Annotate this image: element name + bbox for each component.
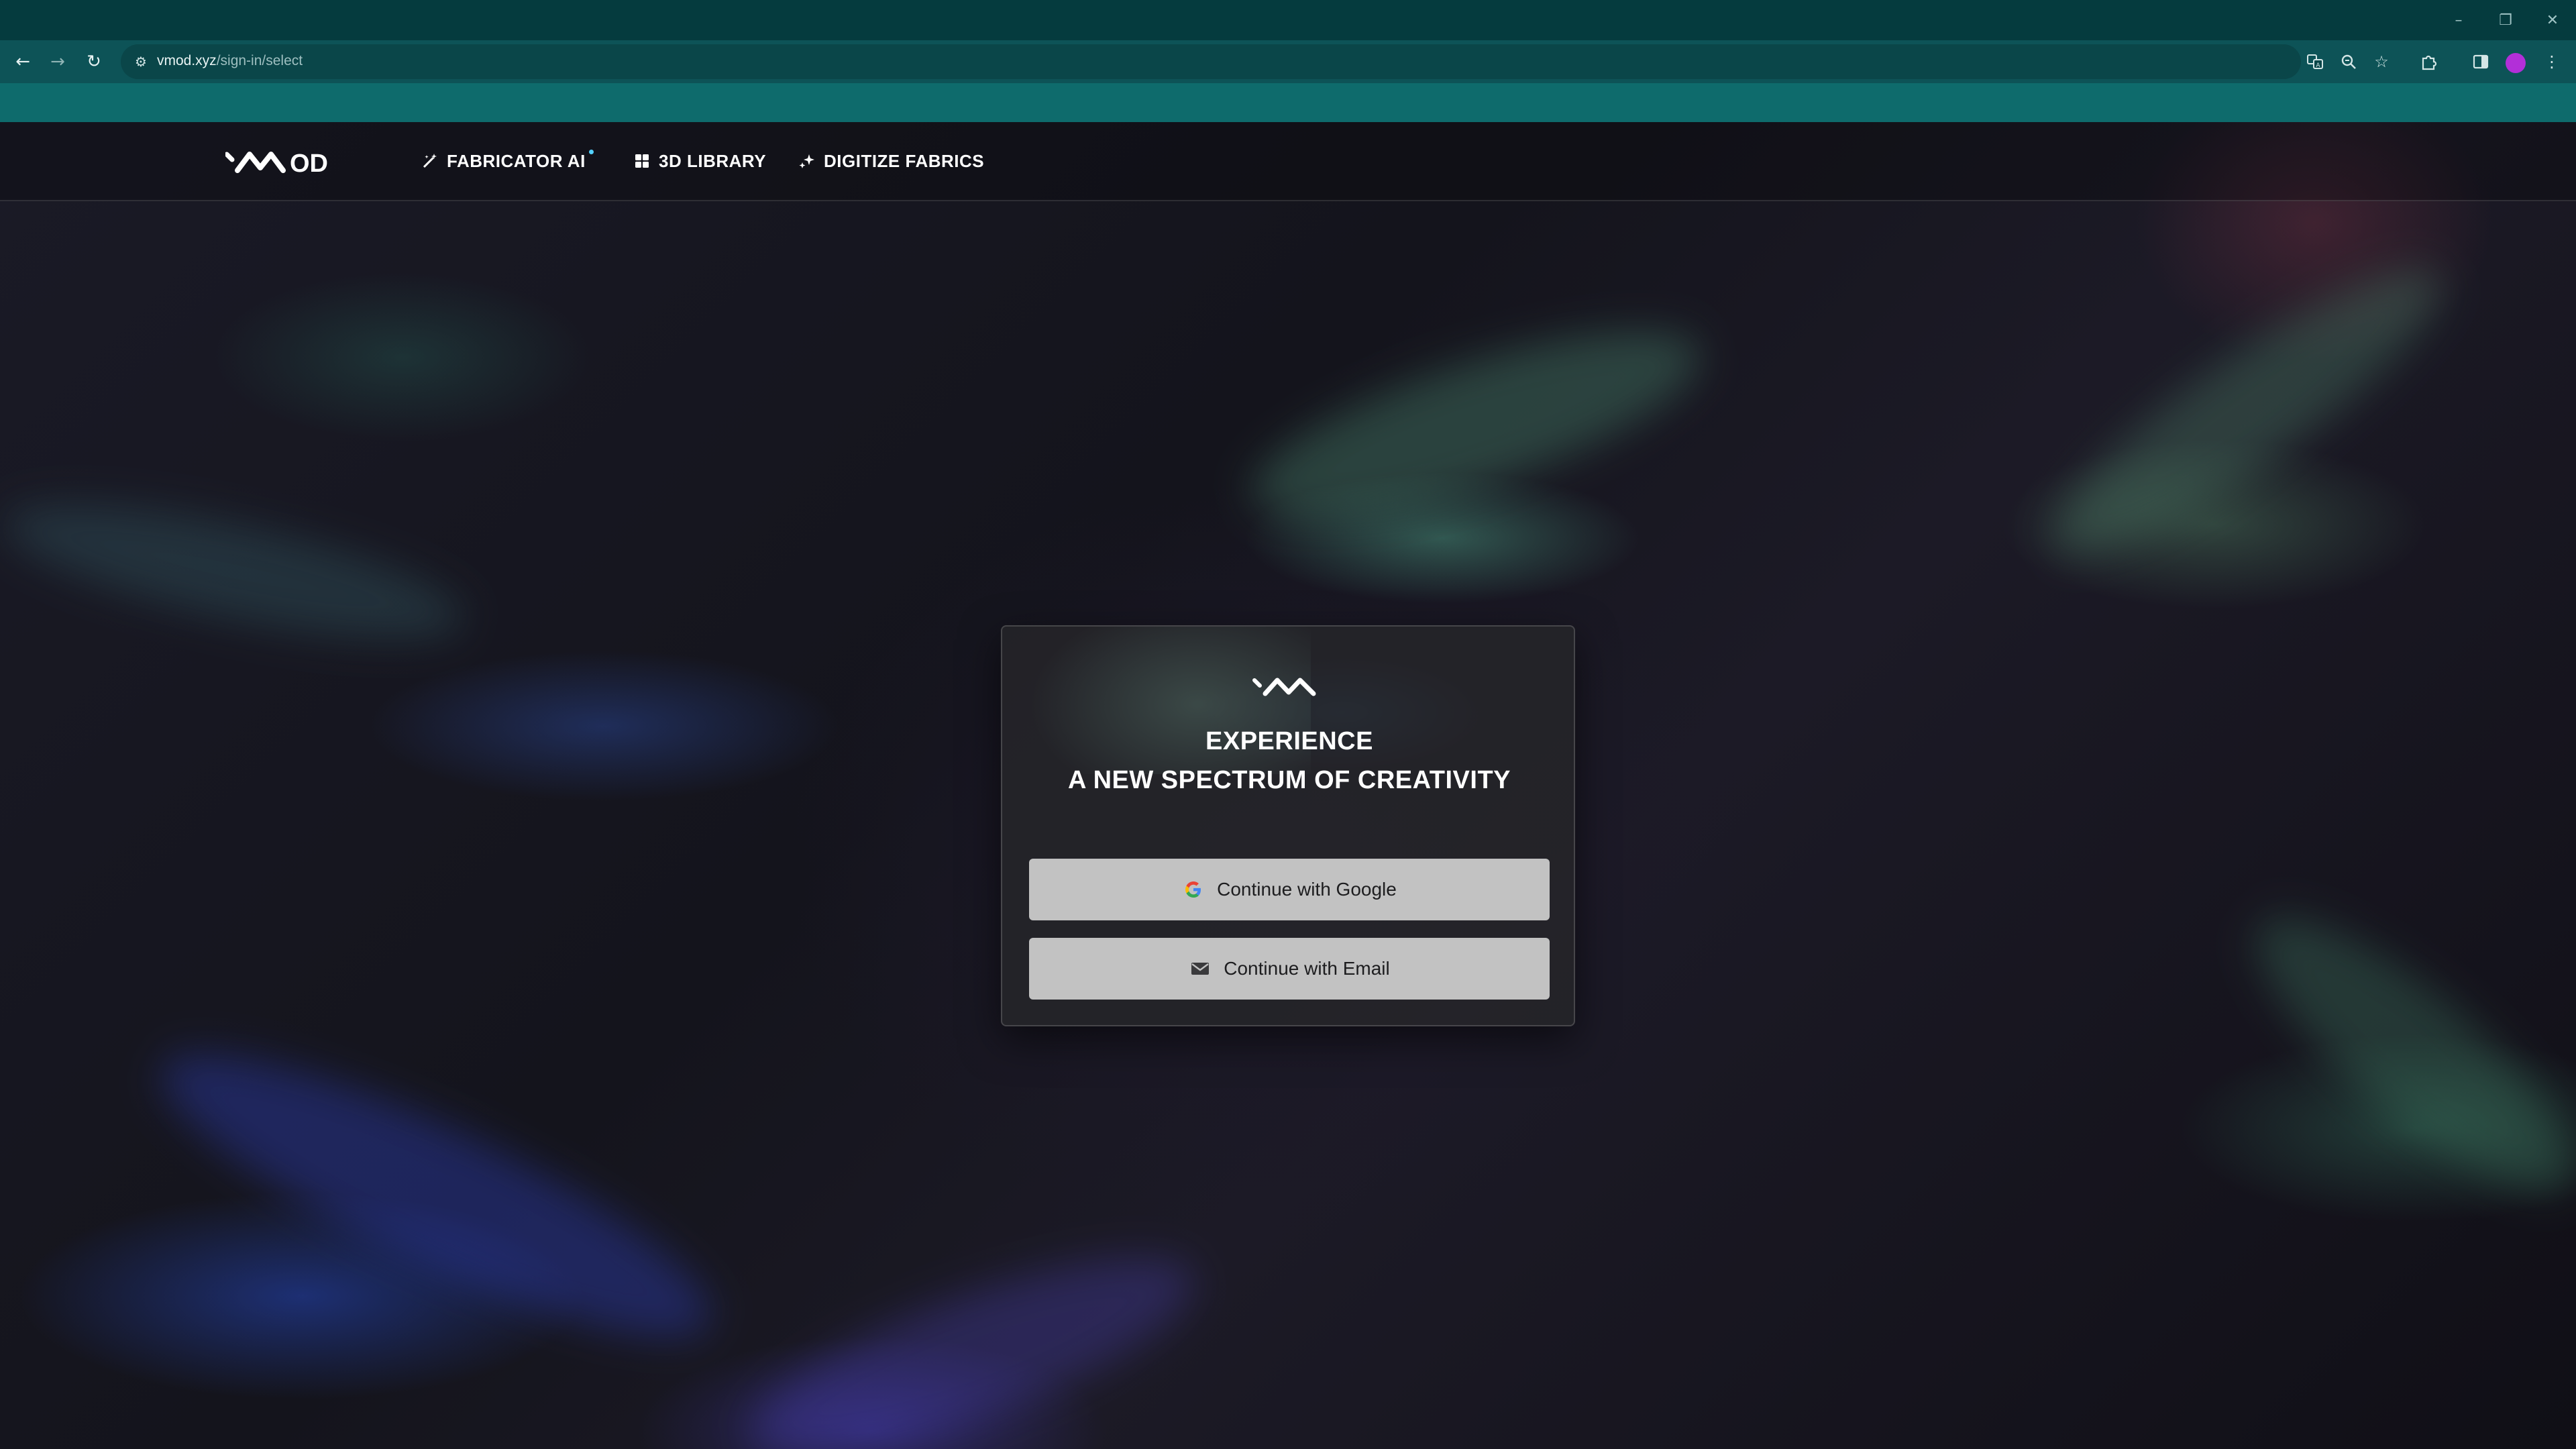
reload-icon[interactable]: ↻ (76, 40, 111, 83)
sign-in-card: EXPERIENCE A NEW SPECTRUM OF CREATIVITY … (1001, 625, 1575, 1026)
fabric-fold (2024, 231, 2471, 590)
sparkle-icon (797, 151, 817, 171)
fabric-fold (2222, 879, 2576, 1230)
profile-avatar[interactable] (2506, 53, 2526, 73)
nav-fabricator-ai[interactable]: FABRICATOR AI (420, 149, 594, 173)
google-icon (1182, 878, 1205, 901)
fabric-fold (0, 476, 474, 667)
address-bar[interactable]: ⚙ vmod.xyz/sign-in/select A ☆ (121, 44, 2389, 79)
logo-text: OD (290, 150, 328, 176)
nav-label-text: FABRICATOR AI (447, 150, 586, 171)
new-indicator-dot (588, 149, 594, 154)
fabric-fold (1234, 294, 1718, 554)
url-text[interactable]: vmod.xyz/sign-in/select (157, 53, 303, 69)
site-header: OD FABRICATOR AI 3D LIBRARY DIGITIZE FAB… (0, 122, 2576, 201)
extensions-icon[interactable] (2416, 50, 2440, 74)
fabric-fold (731, 1219, 1214, 1449)
close-icon[interactable]: ✕ (2529, 0, 2576, 40)
nav-label: FABRICATOR AI (447, 149, 594, 172)
site-info-icon[interactable]: ⚙ (131, 52, 150, 71)
side-panel-icon[interactable] (2469, 50, 2493, 74)
back-arrow-icon[interactable]: ← (5, 40, 40, 83)
google-button-label: Continue with Google (1217, 879, 1397, 900)
url-host: vmod.xyz (157, 53, 217, 68)
menu-icon[interactable]: ⋮ (2540, 50, 2564, 74)
window-controls: – ❐ ✕ (2435, 0, 2576, 40)
browser-titlebar: – ❐ ✕ (0, 0, 2576, 40)
bookmarks-bar (0, 83, 2576, 122)
continue-with-email-button[interactable]: Continue with Email (1029, 938, 1550, 1000)
nav-digitize-fabrics[interactable]: DIGITIZE FABRICS (797, 149, 984, 173)
magic-wand-icon (420, 151, 440, 171)
zoom-icon[interactable] (2338, 51, 2359, 72)
grid-icon (632, 151, 652, 171)
page-background: OD FABRICATOR AI 3D LIBRARY DIGITIZE FAB… (0, 122, 2576, 1449)
nav-3d-library[interactable]: 3D LIBRARY (632, 149, 766, 173)
vmod-mark-icon (1252, 678, 1316, 696)
envelope-icon (1189, 957, 1212, 980)
bookmark-star-icon[interactable]: ☆ (2371, 51, 2392, 72)
browser-toolbar: ← → ↻ ⚙ vmod.xyz/sign-in/select A ☆ ⋮ (0, 40, 2576, 83)
nav-label-text: 3D LIBRARY (659, 150, 767, 171)
forward-arrow-icon[interactable]: → (40, 40, 75, 83)
vmod-logo[interactable]: OD (225, 148, 343, 176)
url-path: /sign-in/select (216, 53, 303, 68)
restore-icon[interactable]: ❐ (2482, 0, 2529, 40)
svg-text:A: A (2316, 62, 2320, 69)
fabric-fold (133, 1007, 739, 1384)
email-button-label: Continue with Email (1224, 958, 1390, 979)
translate-icon[interactable]: A (2304, 51, 2326, 72)
continue-with-google-button[interactable]: Continue with Google (1029, 859, 1550, 920)
minimize-icon[interactable]: – (2435, 0, 2482, 40)
nav-label-text: DIGITIZE FABRICS (824, 150, 985, 171)
card-title-line1: EXPERIENCE (1205, 727, 1373, 755)
card-title-line2: A NEW SPECTRUM OF CREATIVITY (1068, 766, 1511, 794)
